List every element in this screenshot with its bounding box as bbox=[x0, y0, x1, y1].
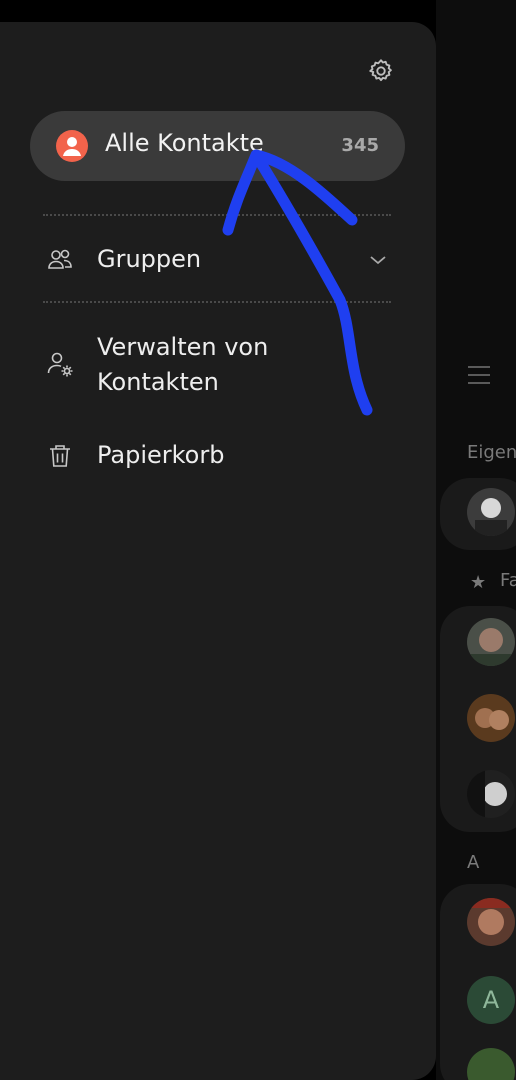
trash-icon bbox=[50, 445, 70, 467]
person-settings-icon bbox=[47, 352, 73, 377]
star-icon: ★ bbox=[470, 572, 487, 593]
chevron-down-icon[interactable] bbox=[368, 250, 388, 270]
menu-item-label: Gruppen bbox=[97, 245, 202, 273]
avatar[interactable] bbox=[467, 618, 515, 666]
avatar-letter[interactable]: A bbox=[467, 976, 515, 1024]
all-contacts-item[interactable]: Alle Kontakte 345 bbox=[30, 111, 405, 181]
navigation-drawer: Alle Kontakte 345 Gruppen Verwalten von … bbox=[0, 22, 436, 1080]
menu-item-label: Verwalten von Kontakten bbox=[97, 333, 269, 396]
menu-item-label: Papierkorb bbox=[97, 441, 225, 469]
group-icon bbox=[48, 249, 72, 269]
person-icon bbox=[56, 130, 88, 162]
section-header-letter: A bbox=[467, 852, 480, 873]
gear-icon bbox=[369, 59, 392, 82]
divider bbox=[43, 301, 391, 303]
all-contacts-label: Alle Kontakte bbox=[105, 129, 264, 157]
divider bbox=[43, 214, 391, 216]
avatar[interactable] bbox=[467, 694, 515, 742]
section-header-own-profile: Eigen bbox=[467, 442, 516, 463]
menu-item-manage-contacts[interactable]: Verwalten von Kontakten bbox=[0, 328, 436, 402]
avatar[interactable] bbox=[467, 770, 515, 818]
avatar[interactable] bbox=[467, 898, 515, 946]
section-header-favorites: Fa bbox=[500, 570, 516, 591]
settings-button[interactable] bbox=[364, 54, 398, 88]
contacts-count: 345 bbox=[341, 135, 379, 156]
hamburger-menu-icon[interactable] bbox=[468, 366, 490, 388]
screen: Eigen ★ Fa A A Alle Kontakte 345 Gruppen… bbox=[0, 0, 516, 1080]
avatar bbox=[467, 488, 515, 536]
menu-item-trash[interactable]: Papierkorb bbox=[0, 434, 436, 478]
menu-item-groups[interactable]: Gruppen bbox=[0, 238, 436, 282]
